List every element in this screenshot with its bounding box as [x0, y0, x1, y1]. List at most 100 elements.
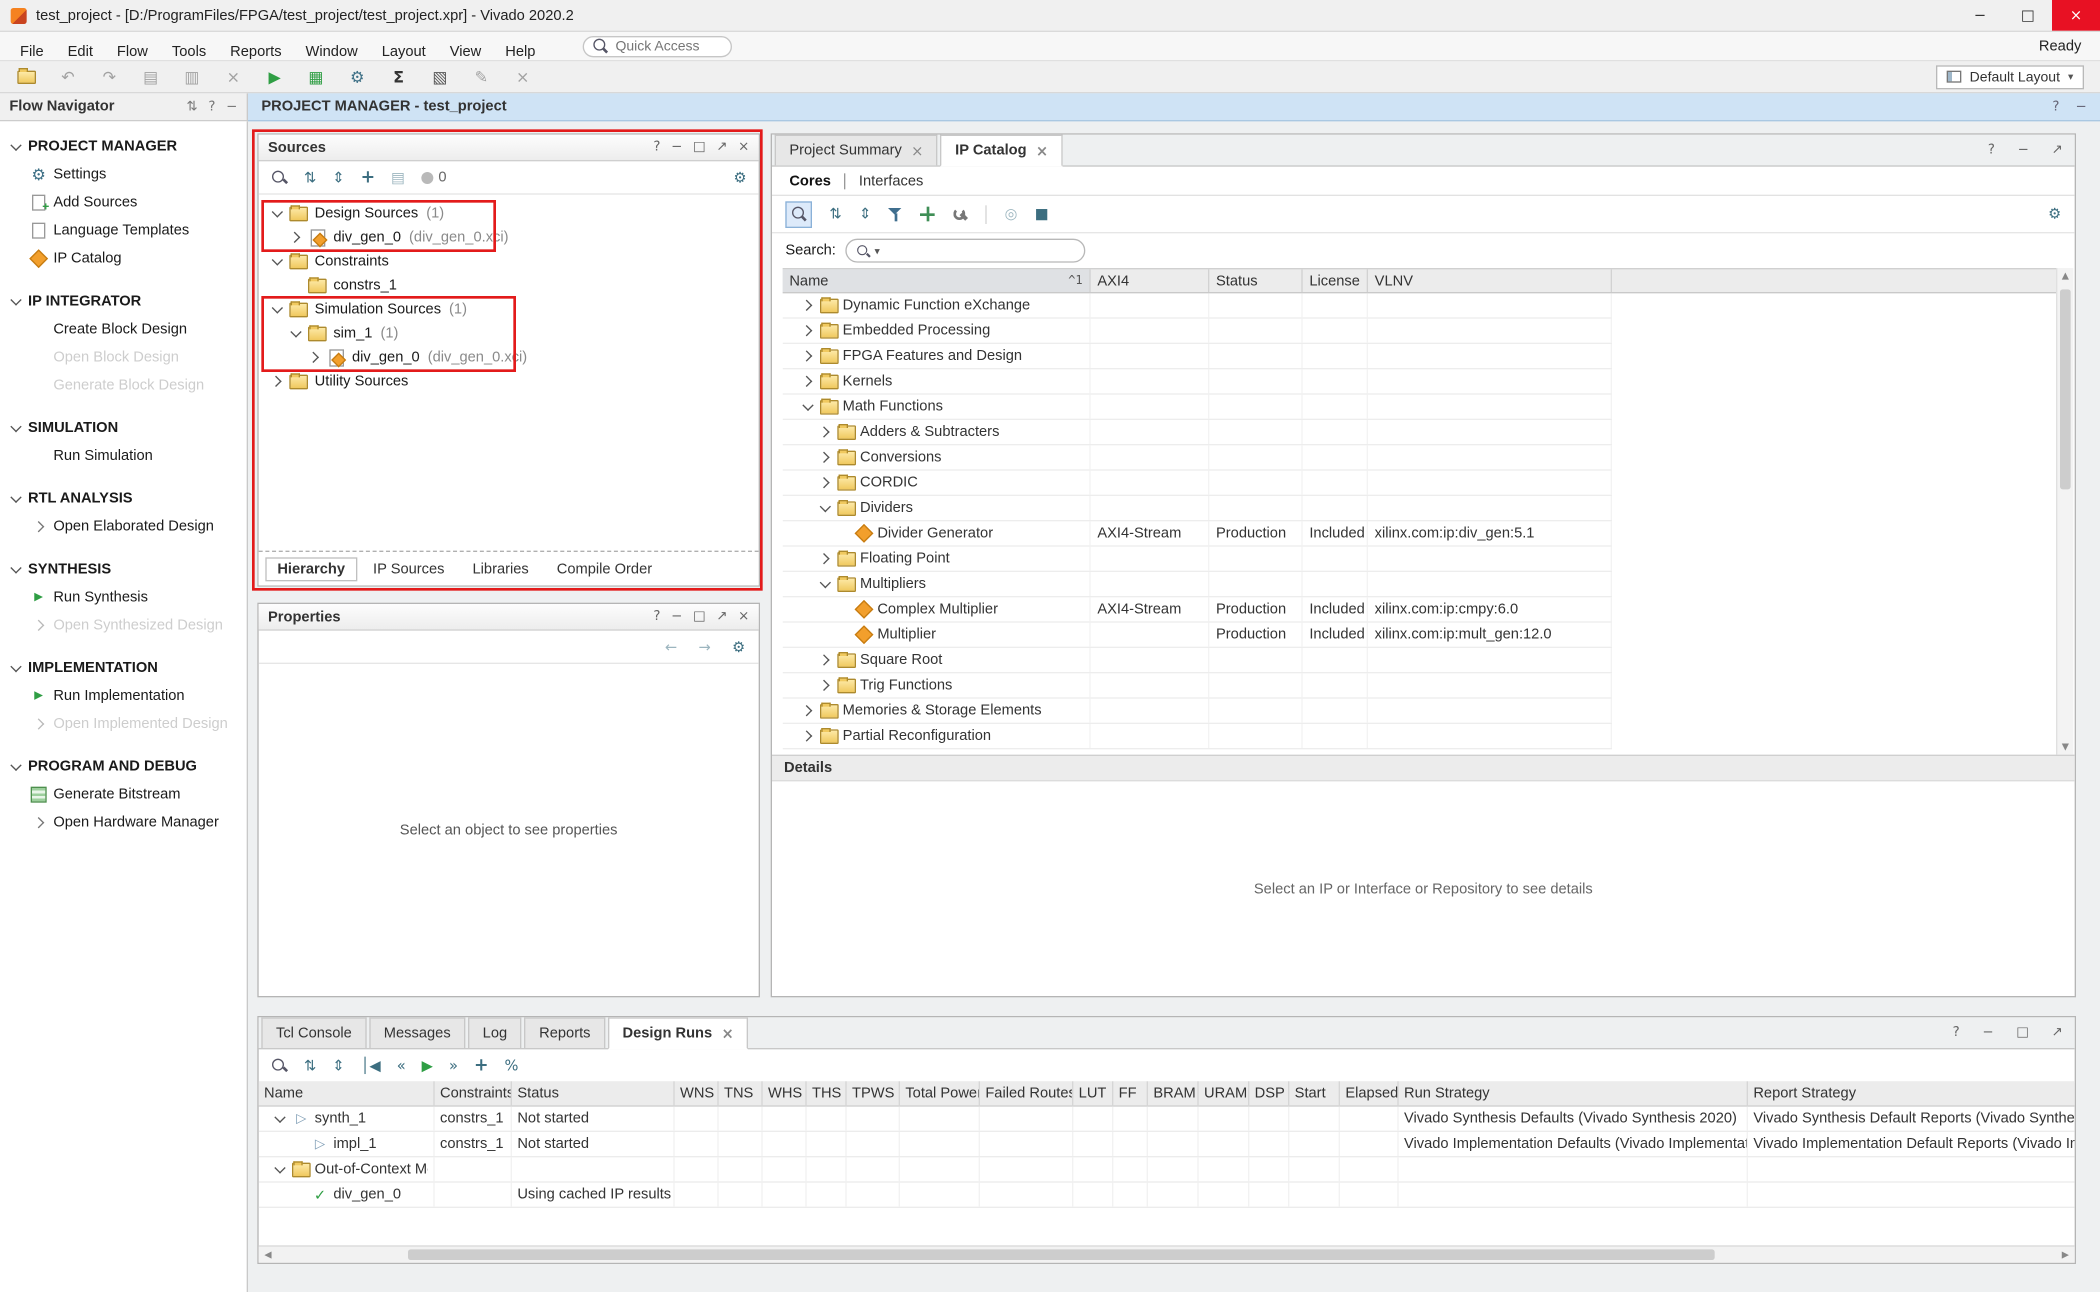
collapse-all-icon[interactable]: ⇅ — [304, 169, 316, 186]
flow-navigator-entry[interactable]: Run Implementation — [0, 681, 247, 709]
help-icon[interactable]: ? — [208, 99, 215, 114]
sources-view-tab[interactable]: Hierarchy — [265, 557, 357, 581]
flow-navigator-entry[interactable]: Generate Block Design — [0, 371, 247, 399]
column-header[interactable]: BRAM — [1148, 1081, 1199, 1105]
design-run-row[interactable]: div_gen_0 Using cached IP results — [259, 1183, 2075, 1208]
back-icon[interactable]: ← — [665, 638, 677, 655]
run-icon[interactable]: ▶ — [422, 1057, 433, 1074]
expand-all-icon[interactable]: ⇕ — [859, 205, 871, 222]
minimize-icon[interactable]: − — [2018, 143, 2029, 158]
column-header[interactable]: WHS — [763, 1081, 807, 1105]
redo-icon[interactable]: ↷ — [99, 66, 120, 87]
expander-icon[interactable] — [800, 399, 816, 415]
maximize-button[interactable]: □ — [2004, 0, 2052, 31]
quick-access-search[interactable] — [582, 35, 731, 56]
flow-navigator-entry[interactable]: Open Synthesized Design — [0, 611, 247, 639]
catalog-row[interactable]: Kernels — [783, 369, 1612, 394]
flow-navigator-entry[interactable]: Generate Bitstream — [0, 780, 247, 808]
bottom-tab[interactable]: Design Runs — [608, 1017, 748, 1049]
tab-close-icon[interactable] — [1036, 142, 1048, 159]
help-icon[interactable]: ? — [1953, 1025, 1960, 1040]
expand-all-icon[interactable]: ⇕ — [332, 169, 344, 186]
flow-navigator-entry[interactable]: Run Synthesis — [0, 583, 247, 611]
expander-icon[interactable] — [288, 277, 304, 293]
search-icon[interactable] — [271, 169, 288, 186]
flow-navigator-entry[interactable]: RTL ANALYSIS — [0, 484, 247, 512]
help-icon[interactable]: ? — [653, 609, 660, 624]
column-header[interactable]: URAM — [1199, 1081, 1250, 1105]
column-header[interactable]: Start — [1289, 1081, 1340, 1105]
bottom-tab[interactable]: Reports — [524, 1017, 605, 1048]
maximize-icon[interactable]: □ — [693, 609, 706, 624]
design-run-row[interactable]: Out-of-Context Module Runs — [259, 1157, 2075, 1182]
column-header[interactable]: Constraints — [435, 1081, 512, 1105]
document-tab[interactable]: IP Catalog — [940, 135, 1062, 167]
scrollbar-thumb[interactable] — [2060, 289, 2071, 489]
menu-item[interactable]: File — [8, 44, 56, 60]
undo-icon[interactable]: ↶ — [57, 66, 78, 87]
expander-icon[interactable] — [291, 1187, 307, 1203]
expander-icon[interactable] — [835, 525, 851, 541]
search-icon[interactable] — [271, 1057, 288, 1074]
gear-icon[interactable]: ⚙ — [733, 169, 746, 186]
group-by-icon[interactable] — [921, 207, 936, 222]
float-icon[interactable]: ↗ — [716, 140, 727, 155]
menu-item[interactable]: Layout — [370, 44, 438, 60]
bottom-tab[interactable]: Log — [468, 1017, 522, 1048]
flow-navigator-entry[interactable]: PROGRAM AND DEBUG — [0, 752, 247, 780]
sources-tree-row[interactable]: constrs_1 — [259, 273, 759, 297]
flow-navigator-entry[interactable]: IP INTEGRATOR — [0, 287, 247, 315]
column-header-vlnv[interactable]: VLNV — [1368, 269, 1612, 292]
minimize-icon[interactable]: − — [226, 99, 237, 114]
percent-icon[interactable]: % — [504, 1057, 518, 1074]
column-header[interactable]: Total Power — [900, 1081, 980, 1105]
sources-tree-row[interactable]: Utility Sources — [259, 369, 759, 393]
sources-tree-row[interactable]: div_gen_0 (div_gen_0.xci) — [259, 225, 759, 249]
catalog-row[interactable]: CORDIC — [783, 471, 1612, 496]
sources-tree-row[interactable]: sim_1 (1) — [259, 321, 759, 345]
maximize-icon[interactable]: □ — [693, 140, 706, 155]
menu-item[interactable]: Help — [493, 44, 547, 60]
scroll-right-icon[interactable]: ▶ — [2056, 1247, 2075, 1263]
catalog-row[interactable]: Embedded Processing — [783, 319, 1612, 344]
close-icon[interactable]: × — [738, 609, 749, 624]
column-header[interactable]: TNS — [719, 1081, 763, 1105]
expander-icon[interactable] — [800, 297, 816, 313]
expander-icon[interactable] — [800, 728, 816, 744]
catalog-row[interactable]: Complex Multiplier AXI4-Stream Productio… — [783, 597, 1612, 622]
step-back-icon[interactable]: « — [397, 1057, 406, 1074]
close-icon[interactable]: × — [738, 140, 749, 155]
scroll-down-icon[interactable]: ▼ — [2057, 741, 2073, 752]
forward-icon[interactable]: → — [699, 638, 711, 655]
menu-item[interactable]: View — [438, 44, 494, 60]
bottom-tab[interactable]: Messages — [369, 1017, 465, 1048]
menu-item[interactable]: Edit — [56, 44, 105, 60]
gear-icon[interactable]: ⚙ — [732, 638, 745, 655]
float-icon[interactable]: ↗ — [2051, 1025, 2062, 1040]
expander-icon[interactable] — [269, 205, 285, 221]
tab-close-icon[interactable] — [911, 142, 923, 159]
catalog-row[interactable]: Adders & Subtracters — [783, 420, 1612, 445]
minimize-icon[interactable]: − — [671, 609, 682, 624]
flow-navigator-entry[interactable]: Open Implemented Design — [0, 709, 247, 737]
column-header[interactable]: THS — [807, 1081, 847, 1105]
search-toggle[interactable] — [785, 201, 812, 228]
flow-navigator-entry[interactable]: Language Templates — [0, 216, 247, 244]
flow-navigator-entry[interactable]: Open Hardware Manager — [0, 808, 247, 836]
edit-icon[interactable]: ✎ — [471, 66, 492, 87]
layout-selector[interactable]: Default Layout ▾ — [1936, 65, 2084, 89]
step-forward-icon[interactable]: » — [449, 1057, 458, 1074]
flow-navigator-entry[interactable]: IMPLEMENTATION — [0, 653, 247, 681]
tab-close-icon[interactable] — [721, 1025, 733, 1042]
menu-item[interactable]: Flow — [105, 44, 160, 60]
catalog-row[interactable]: Multiplier Production Included xilinx.co… — [783, 623, 1612, 648]
quick-access-input[interactable] — [615, 38, 719, 54]
expander-icon[interactable] — [288, 325, 304, 341]
report-icon[interactable]: ▤ — [391, 169, 405, 186]
catalog-row[interactable]: Partial Reconfiguration — [783, 724, 1612, 749]
catalog-row[interactable]: Floating Point — [783, 547, 1612, 572]
expander-icon[interactable] — [800, 703, 816, 719]
target-icon[interactable]: ◎ — [1005, 205, 1018, 222]
expander-icon[interactable] — [817, 576, 833, 592]
expander-icon[interactable] — [817, 652, 833, 668]
